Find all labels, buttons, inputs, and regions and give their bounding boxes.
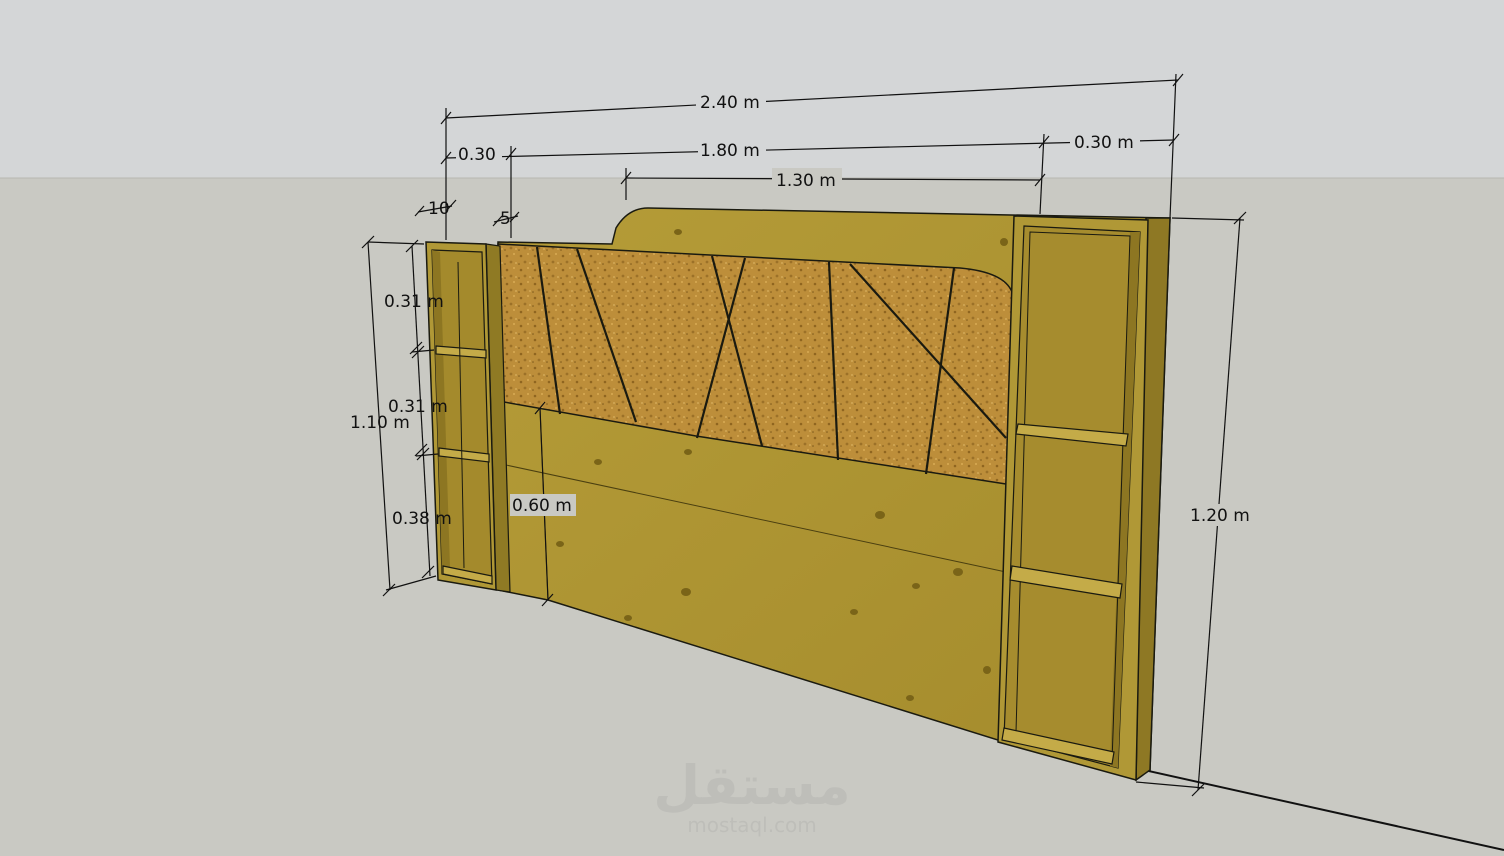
dim-total-width: 2.40 m [700,93,760,113]
dim-shelf-top: 0.31 m [384,292,444,312]
dim-center-width: 1.80 m [700,141,760,161]
dim-total-height: 1.20 m [1190,506,1250,526]
headboard-diagram: 2.40 m 0.30 1.80 m 0.30 m 1.30 m 10 5 0.… [0,0,1504,856]
dim-side-height: 1.10 m [350,413,410,433]
dim-side-depth: 10 [428,199,450,219]
dim-shelf-bottom: 0.38 m [392,509,452,529]
dim-right-unit-width: 0.30 m [1074,133,1134,153]
right-shelf-unit [997,215,1171,782]
dim-left-unit-width: 0.30 [458,145,496,165]
watermark-arabic: مستقل [653,754,851,817]
dim-panel-width: 1.30 m [776,171,836,191]
watermark-site: mostaql.com [687,813,817,837]
dim-base-height: 0.60 m [512,496,572,516]
dim-panel-offset: 5 [500,209,511,229]
